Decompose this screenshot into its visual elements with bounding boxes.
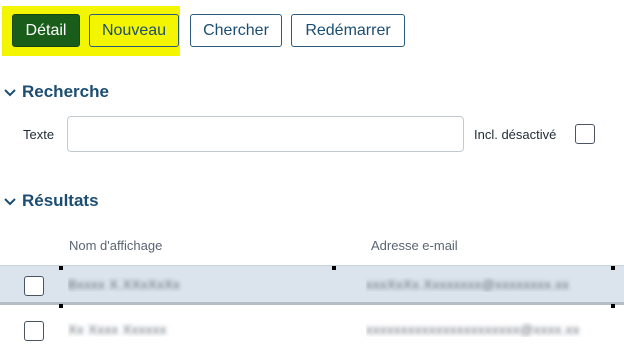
email-cell: xxxXxXx.Xxxxxxxx@xxxxxxxx.xx xyxy=(366,277,616,292)
display-name-cell: Xx Xxxx Xxxxxx xyxy=(68,322,338,337)
search-section-title: Recherche xyxy=(22,82,109,101)
table-row[interactable]: Bxxxx X.XXxXxXx xxxXxXx.Xxxxxxxx@xxxxxxx… xyxy=(0,265,624,305)
row-checkbox[interactable] xyxy=(24,321,44,341)
incl-desactive-label: Incl. désactivé xyxy=(474,127,557,142)
chercher-button[interactable]: Chercher xyxy=(190,14,282,47)
chevron-down-icon xyxy=(4,89,16,97)
display-name-value: Xx Xxxx Xxxxxx xyxy=(68,322,167,337)
row-checkbox[interactable] xyxy=(24,276,44,296)
selection-handle xyxy=(611,304,615,308)
texte-input[interactable] xyxy=(67,116,464,152)
selection-handle xyxy=(611,266,615,270)
email-cell: xxxxxxxxxxxxxxxxxxxxxx@xxxx.xx xyxy=(366,322,616,337)
selection-handle xyxy=(59,266,63,270)
email-value: xxxXxXx.Xxxxxxxx@xxxxxxxx.xx xyxy=(366,277,570,292)
incl-desactive-checkbox[interactable] xyxy=(575,124,595,144)
display-name-value: Bxxxx X.XXxXxXx xyxy=(68,277,181,292)
column-header-email[interactable]: Adresse e-mail xyxy=(371,238,458,253)
redemarrer-button[interactable]: Redémarrer xyxy=(291,14,405,47)
email-value: xxxxxxxxxxxxxxxxxxxxxx@xxxx.xx xyxy=(366,322,580,337)
detail-button[interactable]: Détail xyxy=(12,14,80,47)
texte-label: Texte xyxy=(23,127,55,142)
results-section-header[interactable]: Résultats xyxy=(0,189,99,213)
results-section-title: Résultats xyxy=(22,191,99,210)
toolbar: Détail Nouveau Chercher Redémarrer xyxy=(0,0,624,62)
selection-handle xyxy=(332,266,336,270)
search-section-header[interactable]: Recherche xyxy=(0,80,109,104)
chevron-down-icon xyxy=(4,198,16,206)
selection-handle xyxy=(59,304,63,308)
column-header-name[interactable]: Nom d'affichage xyxy=(69,238,162,253)
nouveau-button[interactable]: Nouveau xyxy=(89,14,179,47)
display-name-cell: Bxxxx X.XXxXxXx xyxy=(68,277,338,292)
table-row[interactable]: Xx Xxxx Xxxxxx xxxxxxxxxxxxxxxxxxxxxx@xx… xyxy=(0,311,624,345)
